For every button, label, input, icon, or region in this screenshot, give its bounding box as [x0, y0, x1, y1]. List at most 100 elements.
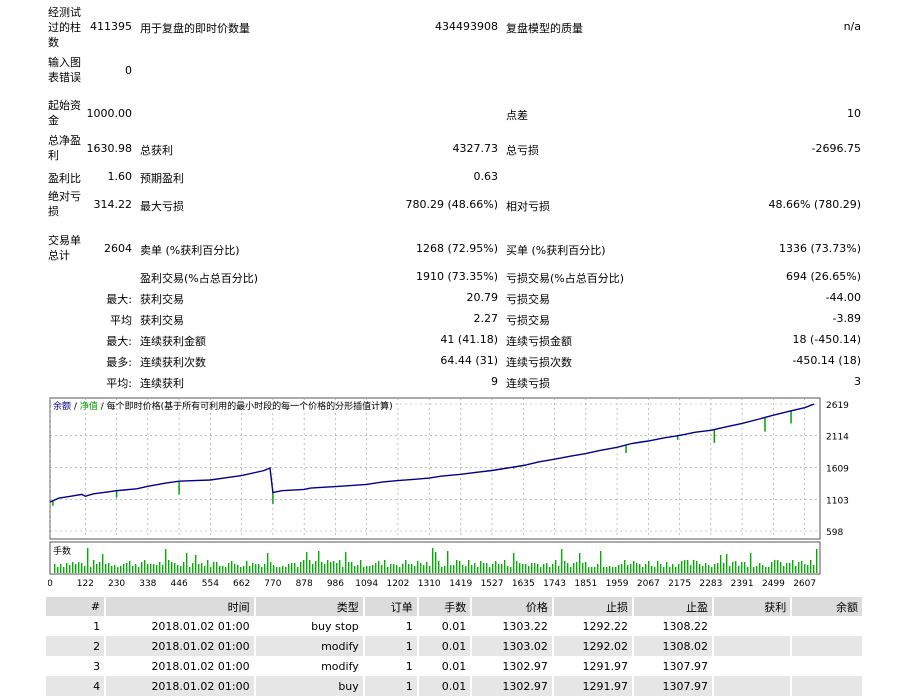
y-tick-label: 1609 [826, 464, 849, 474]
lot-bar [633, 561, 635, 573]
lot-bar [564, 561, 566, 573]
spread-value: 10 [847, 107, 861, 120]
lot-bar [615, 567, 617, 573]
expected-payoff-value: 0.63 [473, 170, 499, 183]
x-tick-label: 1202 [386, 579, 409, 586]
lot-bar [561, 549, 563, 573]
x-tick-label: 554 [202, 579, 219, 586]
x-tick-label: 2499 [762, 579, 785, 586]
lot-bar [660, 564, 662, 573]
lot-bar [795, 566, 797, 573]
column-header[interactable]: 订单 [363, 597, 419, 616]
lot-bar [291, 563, 293, 573]
table-row[interactable]: 4 2018.01.02 01:00 buy 1 0.01 1302.97 1291.97 1… [46, 676, 864, 696]
y-tick-label: 1103 [826, 496, 849, 506]
column-header[interactable]: 止盈 [632, 597, 715, 616]
lot-bar [78, 562, 80, 573]
lot-bar [180, 566, 182, 573]
column-header[interactable]: 手数 [417, 597, 473, 616]
lot-bar [384, 560, 386, 573]
column-header[interactable]: 余额 [791, 597, 864, 616]
quality-value: n/a [843, 20, 861, 33]
lot-bar [513, 553, 515, 573]
column-header[interactable]: 价格 [471, 597, 554, 616]
lot-bar [405, 560, 407, 573]
lot-bar [816, 549, 818, 573]
most-prefix: 最多: [106, 356, 132, 369]
lot-bar [417, 561, 419, 573]
loss-trades-label: 亏损交易(%占总百分比) [506, 272, 625, 285]
balance-chart: 2619 2114 1609 1103 598 0 122 230 338 446 554 662 7… [48, 396, 864, 586]
lot-bar [531, 563, 533, 573]
column-header[interactable]: 获利 [713, 597, 793, 616]
lot-bar [594, 567, 596, 573]
lot-bar [243, 566, 245, 573]
lot-bar [756, 566, 758, 573]
lot-bar [105, 564, 107, 573]
lot-bar [231, 561, 233, 573]
lot-bar [282, 566, 284, 573]
lots-label: 手数 [53, 547, 72, 557]
table-cell: 1 [46, 616, 107, 636]
lot-bar [735, 561, 737, 573]
lot-bar [150, 564, 152, 573]
lot-bar [687, 560, 689, 573]
lot-bar [219, 566, 221, 573]
x-tick-label: 1851 [574, 579, 597, 586]
lot-bar [495, 561, 497, 573]
lot-bar [762, 565, 764, 573]
lot-bar [519, 563, 521, 573]
lot-bar [576, 562, 578, 573]
lot-bar [120, 566, 122, 573]
avg-cons-wins-value: 9 [491, 375, 498, 388]
lot-bar [435, 552, 437, 573]
column-header[interactable]: # [46, 597, 107, 616]
lot-bar [477, 567, 479, 573]
lot-bar [72, 562, 74, 573]
table-row[interactable]: 1 2018.01.02 01:00 buy stop 1 0.01 1303.22 129… [46, 616, 864, 636]
table-row[interactable]: 3 2018.01.02 01:00 modify 1 0.01 1302.97 1291.… [46, 656, 864, 676]
lot-bar [93, 560, 95, 573]
lot-bar [429, 566, 431, 573]
table-row[interactable]: 2 2018.01.02 01:00 modify 1 0.01 1303.02 1292.… [46, 636, 864, 656]
lot-bar [102, 554, 104, 573]
lot-bar [333, 561, 335, 573]
lot-bar [486, 563, 488, 573]
lot-bar [264, 564, 266, 573]
column-header[interactable]: 时间 [105, 597, 256, 616]
table-cell: 0.01 [417, 676, 473, 696]
lot-bar [189, 567, 191, 573]
lot-bar [492, 564, 494, 573]
lot-bar [585, 562, 587, 573]
lot-bar [123, 564, 125, 573]
lot-bar [375, 563, 377, 573]
lot-bar [678, 564, 680, 573]
lot-bar [708, 565, 710, 573]
lot-bar [267, 553, 269, 573]
lot-bar [714, 564, 716, 573]
lot-bar [522, 564, 524, 573]
lot-bar [444, 566, 446, 573]
lot-bar [471, 565, 473, 573]
lot-bar [663, 567, 665, 573]
lot-bar [510, 567, 512, 573]
table-cell: 2018.01.02 01:00 [105, 656, 256, 676]
lot-bar [318, 551, 320, 573]
column-header[interactable]: 止损 [552, 597, 634, 616]
short-trades-value: 1268 (72.95%) [415, 242, 498, 255]
y-axis-ticks: 2619 2114 1609 1103 598 [826, 401, 849, 538]
table-header-row: # 时间 类型 订单 手数 价格 止损 止盈 获利 余额 [46, 597, 864, 616]
lot-bar [480, 561, 482, 573]
lot-bar [177, 565, 179, 573]
lot-bar [228, 563, 230, 573]
table-cell: modify [254, 636, 365, 656]
lot-bar [84, 566, 86, 573]
table-cell: 1 [363, 636, 419, 656]
lot-bar [672, 564, 674, 573]
lot-bar [789, 563, 791, 573]
lot-bar [303, 560, 305, 573]
column-header[interactable]: 类型 [254, 597, 365, 616]
lot-bar [273, 565, 275, 573]
lot-bar [777, 560, 779, 573]
lot-bar [315, 561, 317, 573]
